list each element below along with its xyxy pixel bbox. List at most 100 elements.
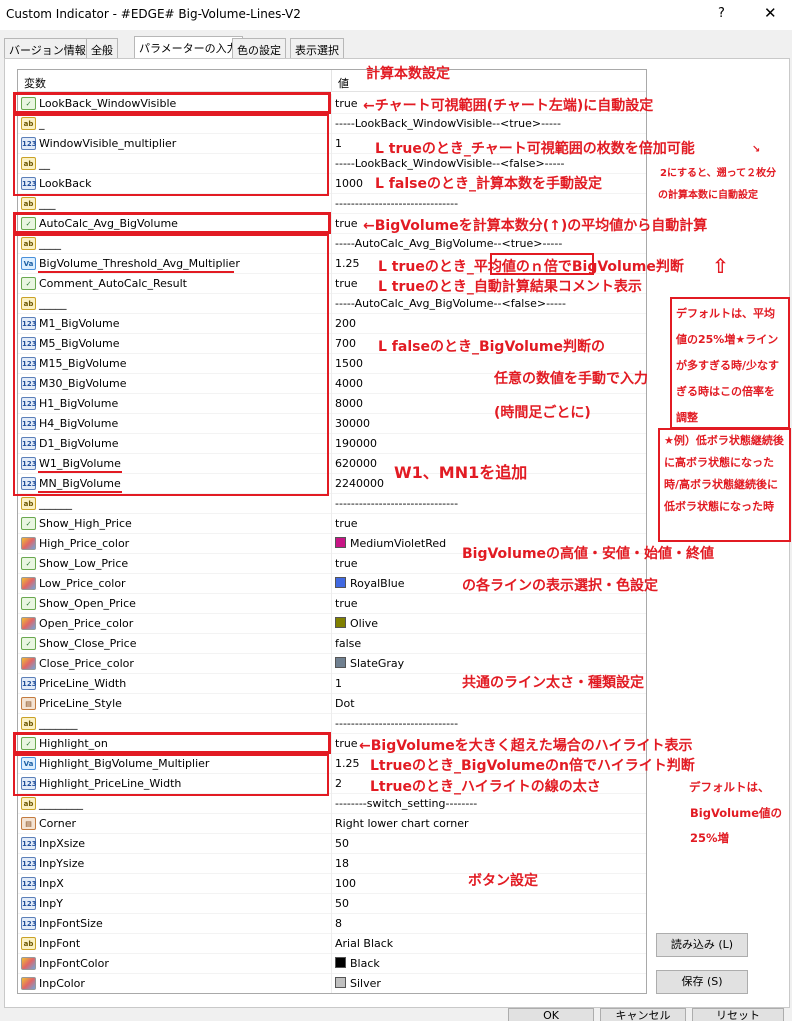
reset-button[interactable]: リセット [692,1008,784,1021]
parameter-value-text: false [335,637,362,650]
parameter-value[interactable]: 1000 [335,177,363,190]
annotation-side-note-2: の計算本数に自動設定 [658,190,758,201]
column-variable[interactable]: 変数 [24,75,46,91]
annotation-default-2b: BigVolume値の [690,806,783,820]
parameter-row[interactable]: ✓ Show_High_Price true [18,514,646,534]
parameter-value-text: 190000 [335,437,377,450]
annotation-lookback-visible: ←チャート可視範囲(チャート左端)に自動設定 [363,98,654,114]
parameter-row[interactable]: ▤ PriceLine_Style Dot [18,694,646,714]
parameter-row[interactable]: ab ___ ------------------------------- [18,194,646,214]
parameter-row[interactable]: 123 InpXsize 50 [18,834,646,854]
parameter-row[interactable]: 123 InpY 50 [18,894,646,914]
parameter-value[interactable]: 1500 [335,357,363,370]
parameter-value[interactable]: 8 [335,917,342,930]
highlight-box-lookback [13,92,331,114]
parameter-value-text: 18 [335,857,349,870]
parameter-name: Open_Price_color [39,617,134,630]
parameter-row[interactable]: InpFontColor Black [18,954,646,974]
parameter-value[interactable]: true [335,97,358,110]
parameter-value[interactable]: Black [335,957,380,970]
parameter-value[interactable]: Dot [335,697,355,710]
parameter-value[interactable]: 50 [335,837,349,850]
parameter-row[interactable]: 123 InpX 100 [18,874,646,894]
parameter-value[interactable]: ------------------------------- [335,717,458,730]
color-swatch [335,617,346,628]
parameter-value[interactable]: true [335,597,358,610]
parameter-value[interactable]: 190000 [335,437,377,450]
parameter-value[interactable]: RoyalBlue [335,577,405,590]
parameter-value[interactable]: 2 [335,777,342,790]
parameter-row[interactable]: ✓ Show_Open_Price true [18,594,646,614]
parameter-value[interactable]: true [335,517,358,530]
color-swatch [335,957,346,968]
column-value[interactable]: 値 [338,75,349,91]
load-button[interactable]: 読み込み (L) [656,933,748,957]
parameter-row[interactable]: ▤ Corner Right lower chart corner [18,814,646,834]
parameter-value[interactable]: 200 [335,317,356,330]
tab-version-info[interactable]: バージョン情報 [4,38,91,58]
parameter-value[interactable]: Arial Black [335,937,393,950]
parameter-value[interactable]: Olive [335,617,378,630]
parameter-value[interactable]: 4000 [335,377,363,390]
parameter-value[interactable]: MediumVioletRed [335,537,446,550]
parameter-value[interactable]: ------------------------------- [335,197,458,210]
parameter-value[interactable]: true [335,217,358,230]
parameter-value[interactable]: 1.25 [335,257,360,270]
parameter-value[interactable]: 100 [335,877,356,890]
parameter-value[interactable]: 18 [335,857,349,870]
close-button[interactable]: ✕ [764,4,777,22]
parameter-row[interactable]: ab ______ ------------------------------- [18,494,646,514]
parameter-value[interactable]: 30000 [335,417,370,430]
parameter-row[interactable]: ✓ Show_Close_Price false [18,634,646,654]
parameter-value[interactable]: -----AutoCalc_Avg_BigVolume--<true>----- [335,237,562,250]
parameter-value[interactable]: 1.25 [335,757,360,770]
parameter-name: Close_Price_color [39,657,134,670]
parameter-value[interactable]: 8000 [335,397,363,410]
cancel-button[interactable]: キャンセル [600,1008,686,1021]
annotation-multiplier-true: L trueのとき_チャート可視範囲の枚数を倍加可能 [375,141,695,157]
parameter-value[interactable]: -----AutoCalc_Avg_BigVolume--<false>----… [335,297,566,310]
parameter-value[interactable]: 1 [335,677,342,690]
parameter-value[interactable]: true [335,737,358,750]
color-type-icon [21,957,36,970]
tab-general[interactable]: 全般 [86,38,118,58]
parameter-row[interactable]: 123 InpYsize 18 [18,854,646,874]
parameter-row[interactable]: 123 InpFontSize 8 [18,914,646,934]
annotation-default-2c: 25%増 [690,831,730,845]
str-type-icon: ab [21,197,36,210]
parameter-value[interactable]: false [335,637,361,650]
help-button[interactable]: ? [718,6,725,21]
parameter-value[interactable]: -----LookBack_WindowVisible--<true>----- [335,117,561,130]
parameter-row[interactable]: InpColor Silver [18,974,646,993]
parameter-value[interactable]: true [335,557,358,570]
parameter-value[interactable]: 700 [335,337,356,350]
parameter-value[interactable]: Silver [335,977,381,990]
tab-visualization[interactable]: 表示選択 [290,38,344,58]
parameter-value[interactable]: --------switch_setting-------- [335,797,477,810]
parameter-value[interactable]: 2240000 [335,477,384,490]
parameter-row[interactable]: Close_Price_color SlateGray [18,654,646,674]
parameter-value[interactable]: Right lower chart corner [335,817,469,830]
parameter-row[interactable]: ab _______ ------------------------------- [18,714,646,734]
parameter-grid[interactable]: 変数 値 ✓ LookBack_WindowVisible true ab _ -----… [17,69,647,994]
parameter-value[interactable]: ------------------------------- [335,497,458,510]
save-button[interactable]: 保存 (S) [656,970,748,994]
parameter-value[interactable]: -----LookBack_WindowVisible--<false>----… [335,157,565,170]
parameter-value[interactable]: 1 [335,137,342,150]
parameter-row[interactable]: ab ________ --------switch_setting-------- [18,794,646,814]
window-title: Custom Indicator - #EDGE# Big-Volume-Lin… [6,7,301,21]
parameter-row[interactable]: Open_Price_color Olive [18,614,646,634]
ok-button[interactable]: OK [508,1008,594,1021]
parameter-value[interactable]: SlateGray [335,657,404,670]
color-swatch [335,657,346,668]
parameter-row[interactable]: ab InpFont Arial Black [18,934,646,954]
parameter-value-text: 1 [335,677,342,690]
tab-colors[interactable]: 色の設定 [232,38,286,58]
parameter-value-text: 50 [335,837,349,850]
parameter-value[interactable]: 50 [335,897,349,910]
parameter-value[interactable]: 620000 [335,457,377,470]
tab-parameters[interactable]: パラメーターの入力 [134,36,243,59]
int-type-icon: 123 [21,897,37,910]
parameter-value[interactable]: true [335,277,358,290]
highlight-box-nx [490,253,594,275]
